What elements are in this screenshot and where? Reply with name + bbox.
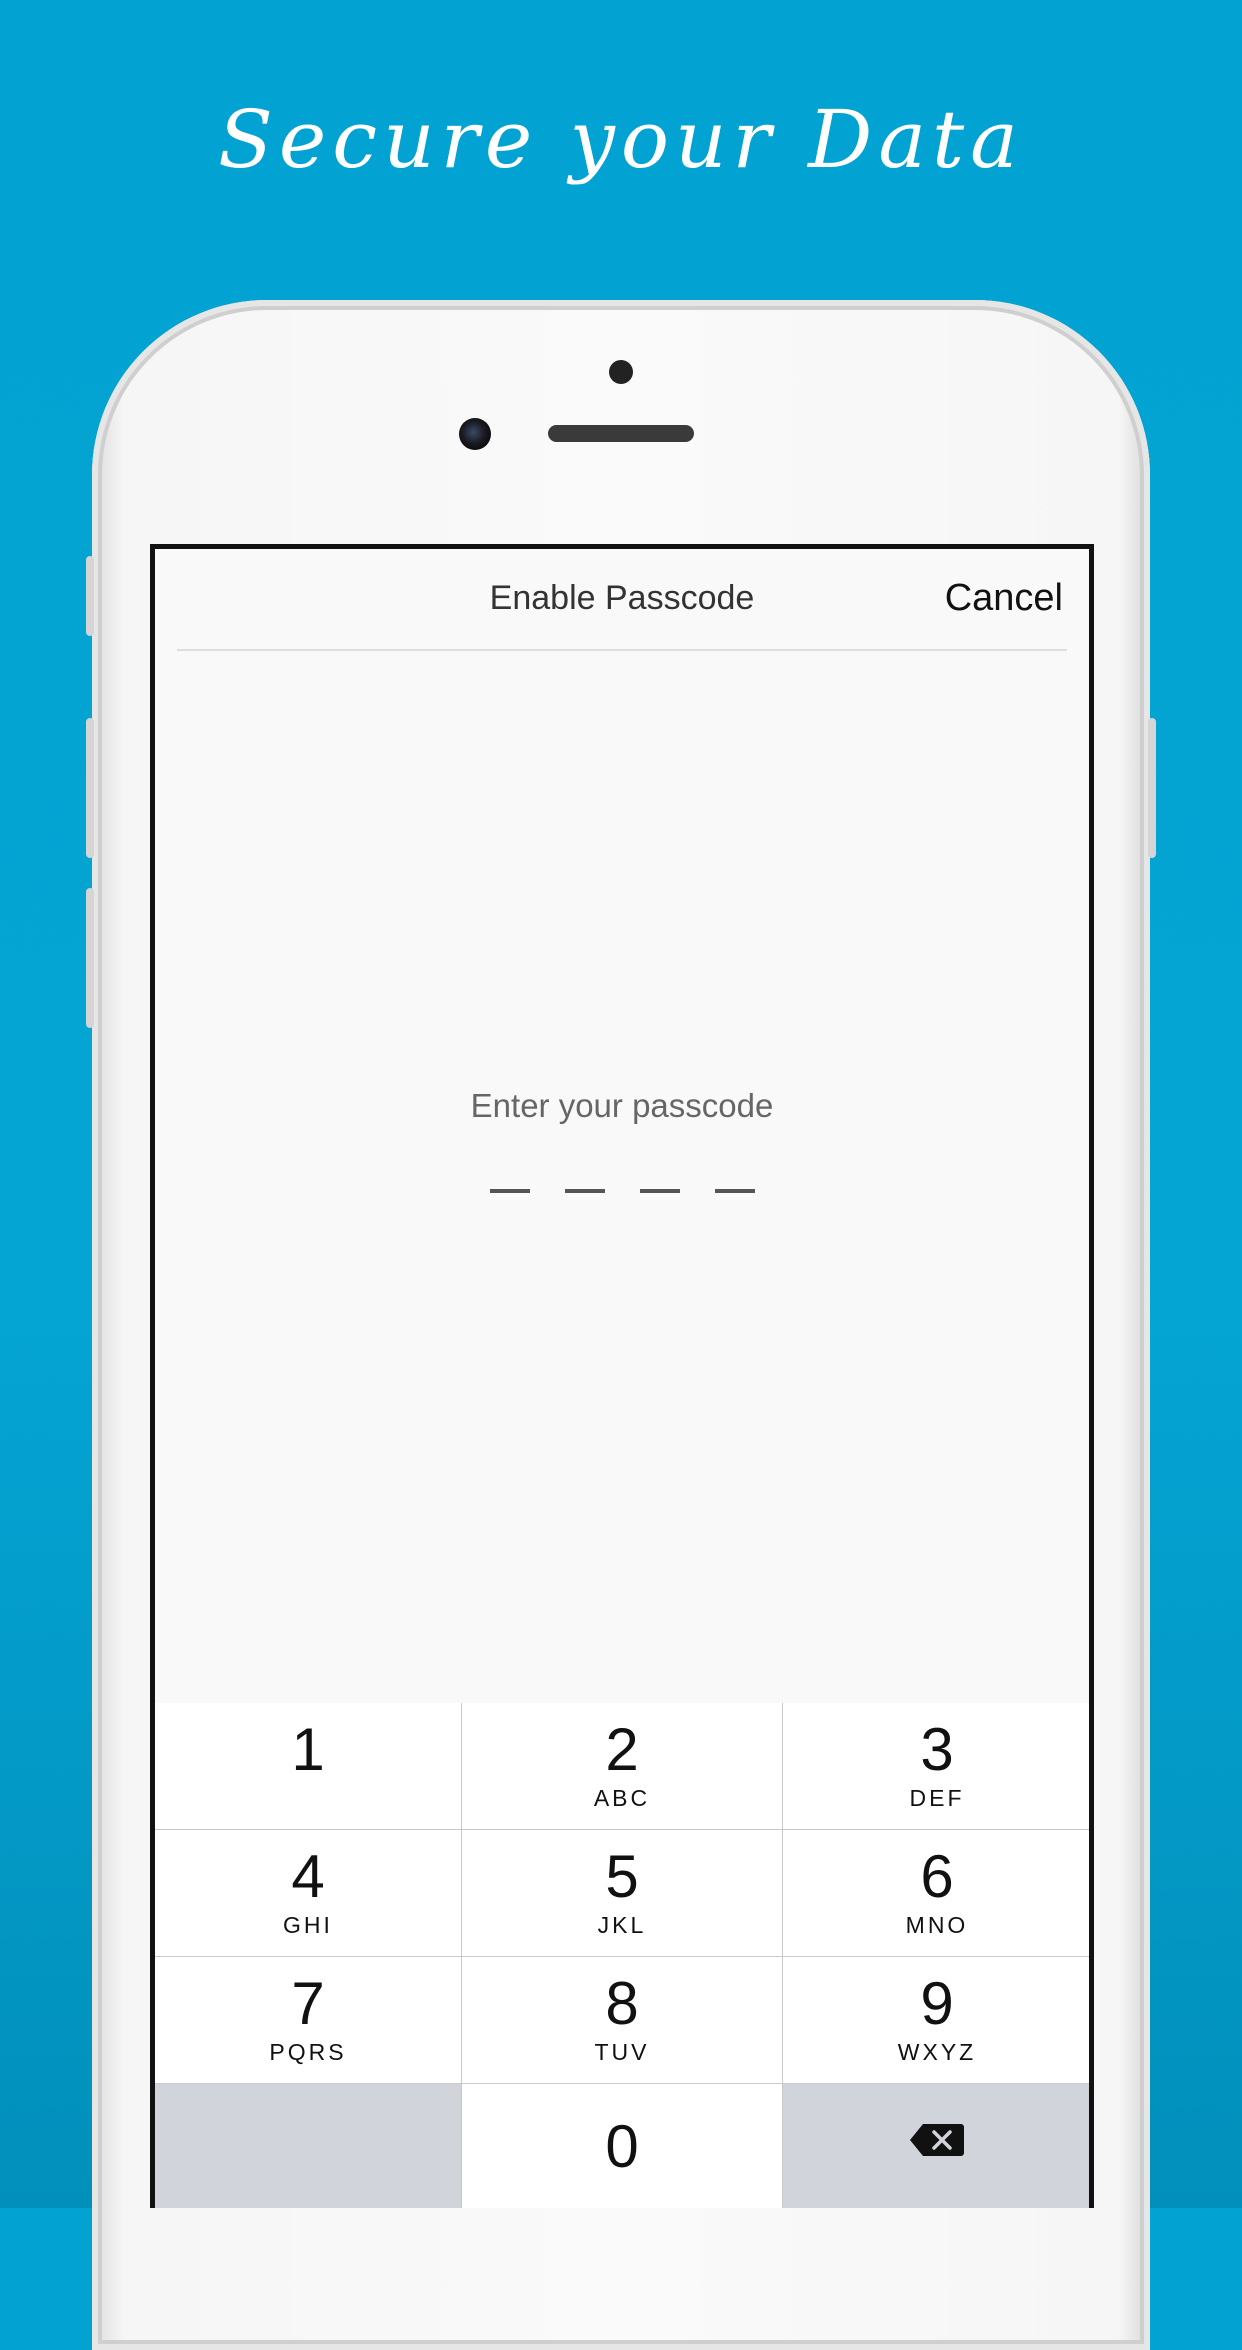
passcode-prompt: Enter your passcode	[470, 1087, 774, 1124]
headline: Secure your Data	[218, 93, 1024, 186]
navigation-bar: Enable Passcode Cancel	[155, 549, 1089, 653]
key-8[interactable]: 8 TUV	[462, 1957, 782, 2083]
key-2[interactable]: 2 ABC	[462, 1703, 782, 1829]
cancel-button[interactable]: Cancel	[945, 577, 1063, 620]
key-7[interactable]: 7 PQRS	[155, 1957, 461, 2083]
key-digit: 7	[291, 1970, 325, 2037]
key-digit: 9	[920, 1970, 954, 2037]
nav-divider	[177, 649, 1067, 651]
key-6[interactable]: 6 MNO	[783, 1830, 1089, 1956]
passcode-slot	[489, 1189, 530, 1193]
front-camera	[459, 418, 491, 450]
earpiece-speaker	[548, 425, 694, 442]
key-digit: 5	[605, 1843, 639, 1910]
key-digit: 4	[291, 1843, 325, 1910]
key-3[interactable]: 3 DEF	[783, 1703, 1089, 1829]
key-digit: 2	[605, 1716, 639, 1783]
power-button	[1148, 718, 1156, 858]
key-1[interactable]: 1	[155, 1703, 461, 1829]
key-letters: MNO	[905, 1912, 969, 1938]
key-4[interactable]: 4 GHI	[155, 1830, 461, 1956]
proximity-sensor	[609, 360, 633, 384]
mute-switch	[86, 556, 94, 636]
passcode-slot	[639, 1189, 680, 1193]
key-digit: 6	[920, 1843, 954, 1910]
key-letters: ABC	[593, 1785, 651, 1811]
delete-button[interactable]	[783, 2084, 1089, 2208]
key-letters: TUV	[594, 2039, 650, 2065]
key-digit: 1	[291, 1716, 325, 1783]
key-0[interactable]: 0	[462, 2084, 782, 2208]
volume-up-button	[86, 718, 94, 858]
volume-down-button	[86, 888, 94, 1028]
key-5[interactable]: 5 JKL	[462, 1830, 782, 1956]
key-letters: JKL	[597, 1912, 647, 1938]
key-letters: DEF	[909, 1785, 965, 1811]
passcode-slot	[714, 1189, 755, 1193]
key-digit: 8	[605, 1970, 639, 2037]
passcode-screen: Enable Passcode Cancel Enter your passco…	[155, 549, 1089, 2208]
key-digit: 3	[920, 1716, 954, 1783]
passcode-indicator	[155, 1189, 1089, 1193]
backspace-icon	[909, 2122, 965, 2163]
key-letters: GHI	[283, 1912, 333, 1938]
key-digit: 0	[605, 2113, 639, 2180]
key-letters: PQRS	[269, 2039, 347, 2065]
key-9[interactable]: 9 WXYZ	[783, 1957, 1089, 2083]
key-letters: WXYZ	[897, 2039, 977, 2065]
key-blank	[155, 2084, 461, 2208]
number-keypad: 1 2 ABC 3 DEF 4 GHI 5 JKL 6 MNO 7 PQRS 8…	[155, 1703, 1089, 2208]
passcode-slot	[564, 1189, 605, 1193]
phone-screen: Enable Passcode Cancel Enter your passco…	[150, 544, 1094, 2208]
